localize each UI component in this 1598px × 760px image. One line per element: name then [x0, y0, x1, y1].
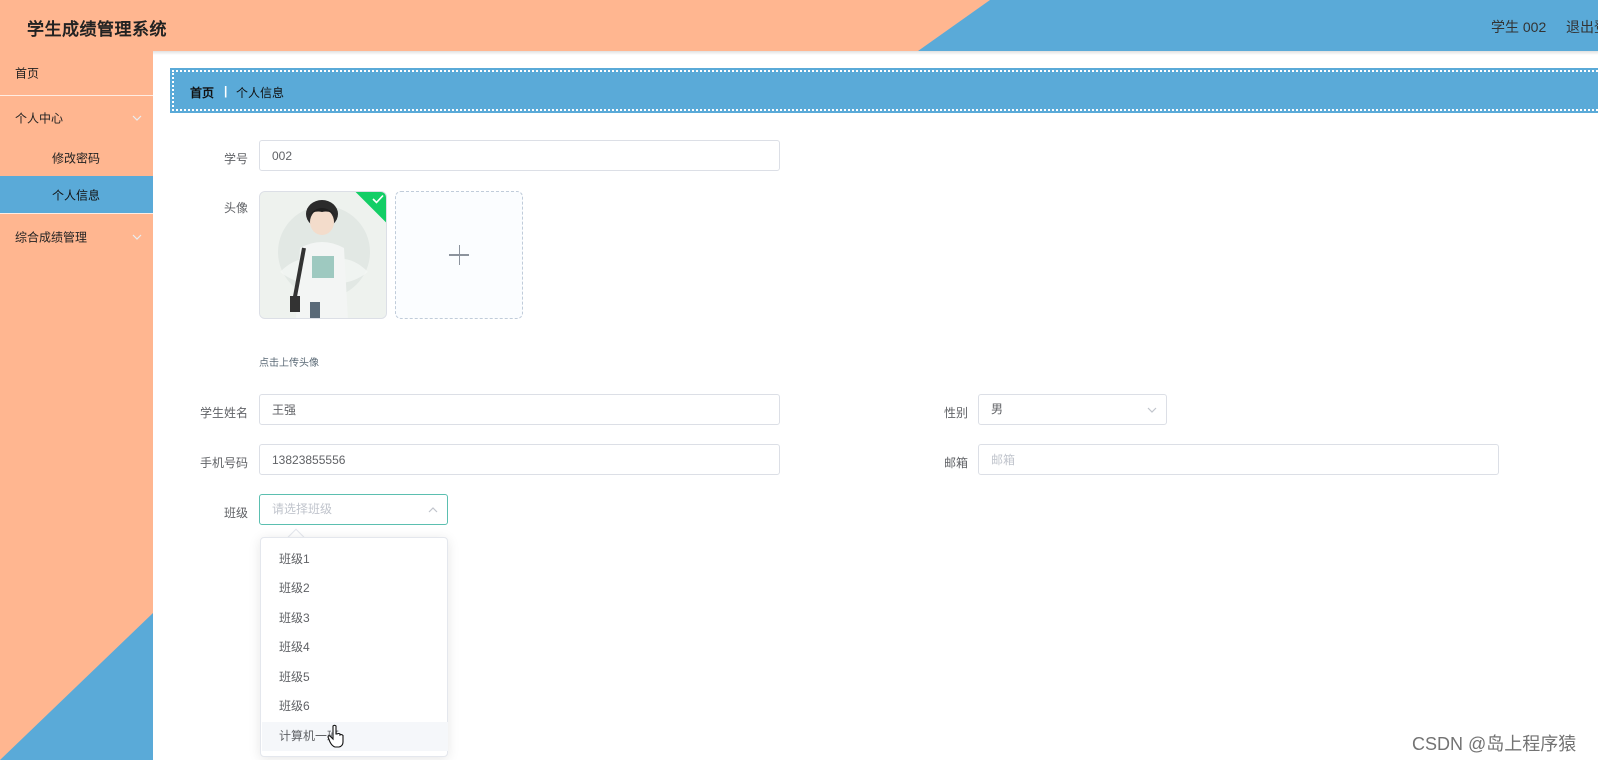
class-select-placeholder: 请选择班级: [272, 502, 333, 516]
sidebar-item-label: 修改密码: [52, 151, 101, 165]
plus-icon: [458, 245, 460, 265]
class-dropdown: 班级1 班级2 班级3 班级4 班级5 班级6 计算机一班: [260, 537, 448, 757]
breadcrumb-separator: |: [224, 84, 228, 98]
student-name-input[interactable]: [259, 394, 780, 425]
sidebar-item-personal-info[interactable]: 个人信息: [0, 176, 153, 213]
app-header: 学生成绩管理系统 学生 002 退出登录: [0, 0, 1598, 51]
sidebar-item-label: 综合成绩管理: [15, 230, 88, 244]
gender-label: 性别: [944, 406, 969, 420]
breadcrumb-home[interactable]: 首页: [190, 84, 214, 101]
sidebar-item-personal-center[interactable]: 个人中心: [0, 96, 153, 140]
avatar-image[interactable]: [259, 191, 387, 319]
logout-button[interactable]: 退出登录: [1566, 17, 1598, 37]
email-label: 邮箱: [944, 456, 969, 470]
sidebar-item-grade-management[interactable]: 综合成绩管理: [0, 214, 153, 259]
student-name-label: 学生姓名: [200, 406, 249, 420]
class-option[interactable]: 班级1: [262, 545, 448, 574]
sidebar-item-label: 个人信息: [52, 188, 101, 202]
watermark: CSDN @岛上程序猿: [1412, 734, 1577, 754]
class-option[interactable]: 班级2: [262, 574, 448, 603]
sidebar-item-home[interactable]: 首页: [0, 51, 153, 95]
current-user-label: 学生 002: [1491, 19, 1547, 35]
app-title: 学生成绩管理系统: [27, 20, 167, 39]
chevron-up-icon: [428, 507, 438, 513]
chevron-down-icon: [132, 234, 142, 240]
student-id-input[interactable]: [259, 140, 780, 171]
phone-label: 手机号码: [200, 456, 249, 470]
class-option[interactable]: 班级3: [262, 604, 448, 633]
header-shadow: [0, 51, 1598, 55]
upload-tip: 点击上传头像: [259, 358, 319, 369]
phone-input[interactable]: [259, 444, 780, 475]
sidebar-item-label: 首页: [15, 66, 40, 81]
sidebar-item-label: 个人中心: [15, 111, 64, 126]
class-option[interactable]: 班级6: [262, 692, 448, 721]
class-select[interactable]: 请选择班级: [259, 494, 448, 525]
gender-select[interactable]: 男: [978, 394, 1167, 425]
class-option-hovered[interactable]: 计算机一班: [262, 722, 448, 751]
sidebar: 首页 个人中心 修改密码 个人信息 综合成绩管理: [0, 51, 153, 760]
avatar-label: 头像: [224, 201, 249, 215]
avatar-illustration: [260, 192, 386, 318]
breadcrumb: 首页 | 个人信息: [170, 68, 1598, 113]
header-peach-band: [0, 0, 990, 51]
sidebar-item-change-password[interactable]: 修改密码: [0, 140, 153, 175]
hand-cursor-icon: [327, 724, 344, 748]
class-option[interactable]: 班级4: [262, 633, 448, 662]
sidebar-decoration: [0, 613, 153, 760]
avatar-upload-button[interactable]: [395, 191, 523, 319]
class-label: 班级: [224, 506, 249, 520]
breadcrumb-current: 个人信息: [236, 86, 285, 100]
check-icon: [372, 194, 384, 204]
gender-select-value: 男: [991, 402, 1004, 416]
class-option[interactable]: 班级5: [262, 663, 448, 692]
chevron-down-icon: [1147, 407, 1157, 413]
chevron-down-icon: [132, 115, 142, 121]
student-id-label: 学号: [224, 152, 249, 166]
email-input[interactable]: [978, 444, 1499, 475]
